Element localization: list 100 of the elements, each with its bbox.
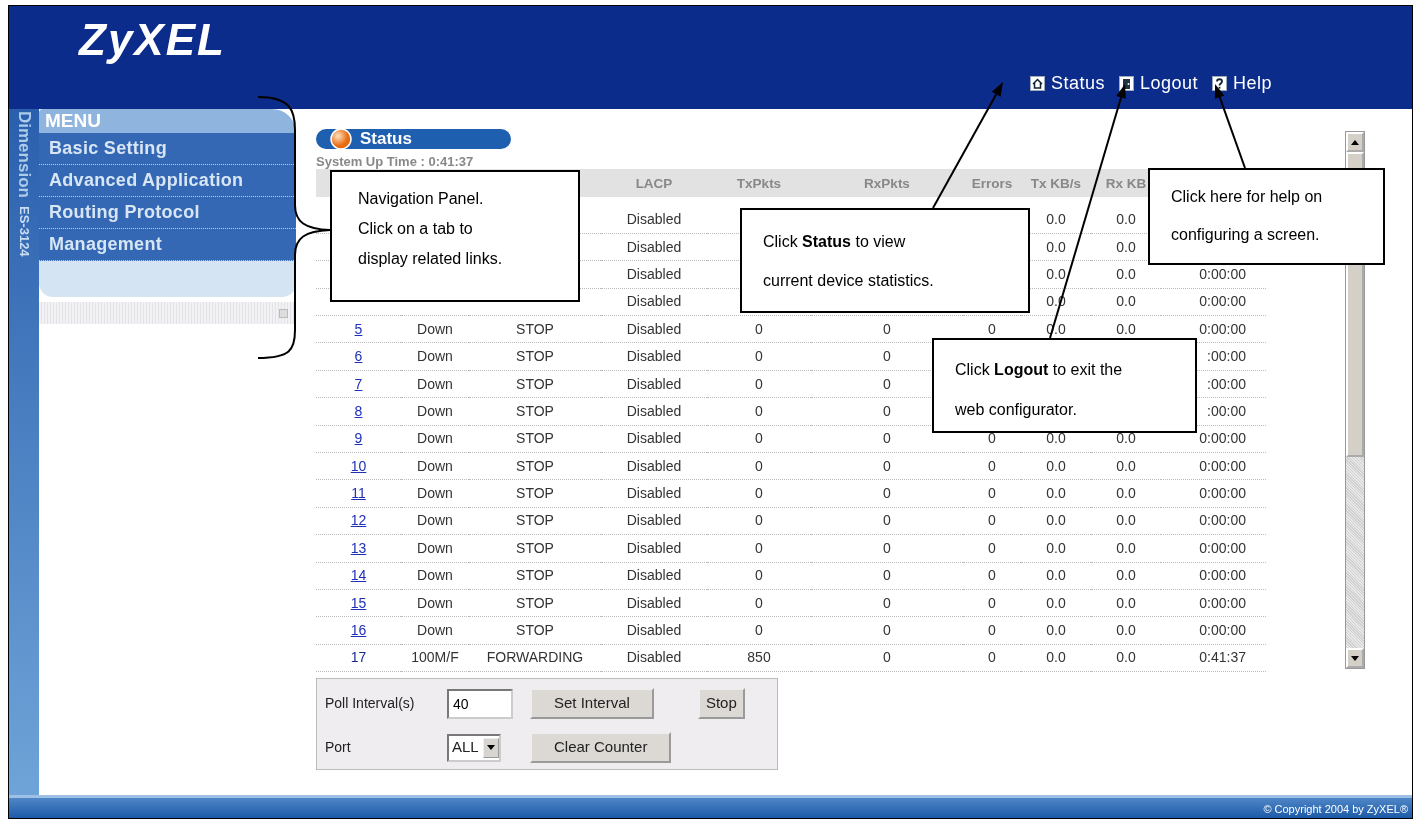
header-link[interactable]: Status xyxy=(1029,70,1105,97)
model-name: ES-3124 xyxy=(17,205,31,257)
table-cell: 0.0 xyxy=(1091,288,1161,316)
callout-tooltip: Click here for help on configuring a screen. xyxy=(1148,168,1385,265)
port-link[interactable]: 11 xyxy=(351,485,366,502)
square-icon xyxy=(279,308,288,318)
scroll-up-button[interactable] xyxy=(1346,132,1364,152)
table-cell: 0 xyxy=(707,452,811,480)
table-cell: Disabled xyxy=(601,507,707,535)
logo: ZyXEL xyxy=(79,18,226,62)
menu-item[interactable]: Management xyxy=(39,229,296,261)
product-name: Dimension xyxy=(15,111,33,198)
table-cell: 0.0 xyxy=(1021,562,1091,590)
table-cell: 850 xyxy=(707,644,811,672)
table-cell: 0 xyxy=(707,534,811,563)
port-link[interactable]: 5 xyxy=(354,320,363,337)
port-link[interactable]: 9 xyxy=(354,430,363,447)
input-field[interactable]: 40 xyxy=(447,688,513,719)
table-cell: 0 xyxy=(707,425,811,453)
table-cell: 0.0 xyxy=(1091,479,1161,508)
table-cell: Down xyxy=(401,589,469,617)
table-cell: STOP xyxy=(469,616,601,645)
help-icon xyxy=(1211,76,1227,91)
port-link[interactable]: 14 xyxy=(350,567,367,584)
table-cell: 0:00:00 xyxy=(1161,479,1266,508)
table-cell: Down xyxy=(401,342,469,371)
table-cell: Disabled xyxy=(601,534,707,563)
table-cell: 0:00:00 xyxy=(1161,288,1266,316)
table-cell: 0 xyxy=(707,479,811,508)
table-cell: 0.0 xyxy=(1091,534,1161,563)
port-link[interactable]: 15 xyxy=(350,594,367,611)
header-link[interactable]: Help xyxy=(1211,70,1272,97)
header-link[interactable]: Logout xyxy=(1118,70,1198,97)
table-cell: 0 xyxy=(963,589,1021,617)
table-cell: Down xyxy=(401,425,469,453)
port-link[interactable]: 7 xyxy=(354,375,363,392)
table-cell: 0:00:00 xyxy=(1161,452,1266,480)
table-cell: 0.0 xyxy=(1021,507,1091,535)
table-cell: Disabled xyxy=(601,260,707,289)
table-cell: 0 xyxy=(707,315,811,343)
table-cell: Disabled xyxy=(601,616,707,645)
page-title: Status xyxy=(360,128,412,151)
port-link[interactable]: 16 xyxy=(350,622,367,639)
clear-counter-button[interactable]: Clear Counter xyxy=(530,732,672,764)
table-cell: Disabled xyxy=(601,342,707,371)
port-link[interactable]: 8 xyxy=(354,402,363,419)
table-cell: 0.0 xyxy=(1021,452,1091,480)
table-cell: 0 xyxy=(811,452,963,480)
table-cell: Disabled xyxy=(601,644,707,672)
table-cell: STOP xyxy=(469,507,601,535)
table-cell: Down xyxy=(401,397,469,426)
table-cell: Down xyxy=(401,452,469,480)
menu-item[interactable]: Basic Setting xyxy=(39,133,296,165)
table-cell: Disabled xyxy=(601,315,707,343)
port-select[interactable]: ALL xyxy=(447,733,501,762)
copyright-text: © Copyright 2004 by ZyXEL® xyxy=(9,795,1412,818)
table-cell: 0 xyxy=(963,507,1021,535)
table-cell: 0 xyxy=(811,534,963,563)
table-cell: 0.0 xyxy=(1091,562,1161,590)
table-cell: Disabled xyxy=(601,479,707,508)
table-cell: Disabled xyxy=(601,452,707,480)
table-cell: 0 xyxy=(707,589,811,617)
menu-item[interactable]: Advanced Application xyxy=(39,165,296,197)
port-link[interactable]: 6 xyxy=(354,348,363,365)
table-cell: 0:00:00 xyxy=(1161,589,1266,617)
table-cell: 0 xyxy=(707,562,811,590)
table-cell: Down xyxy=(401,562,469,590)
table-cell: Down xyxy=(401,370,469,398)
table-cell: 0 xyxy=(707,370,811,398)
table-cell: Disabled xyxy=(601,288,707,316)
table-cell: 0 xyxy=(811,644,963,672)
ball-icon xyxy=(330,128,352,150)
set-interval-button[interactable]: Set Interval xyxy=(530,688,654,720)
table-cell: 0:41:37 xyxy=(1161,644,1266,672)
table-cell: 0 xyxy=(707,507,811,535)
table-cell: 0.0 xyxy=(1021,589,1091,617)
table-cell: Down xyxy=(401,507,469,535)
home-icon xyxy=(1029,76,1045,91)
door-icon xyxy=(1118,76,1134,91)
port-link[interactable]: 13 xyxy=(350,539,367,556)
table-cell: Disabled xyxy=(601,370,707,398)
table-cell: 0 xyxy=(707,342,811,371)
table-cell: STOP xyxy=(469,534,601,563)
table-cell: STOP xyxy=(469,342,601,371)
table-cell: Disabled xyxy=(601,562,707,590)
table-cell: STOP xyxy=(469,425,601,453)
uptime-text: System Up Time : 0:41:37 xyxy=(316,155,475,169)
table-cell: 0 xyxy=(963,644,1021,672)
table-cell: 0.0 xyxy=(1091,644,1161,672)
scroll-down-button[interactable] xyxy=(1346,648,1364,668)
port-link[interactable]: 10 xyxy=(350,457,367,474)
table-cell: 17 xyxy=(350,649,367,666)
table-cell: 0.0 xyxy=(1091,452,1161,480)
table-cell: STOP xyxy=(469,370,601,398)
field-label: Port xyxy=(325,738,352,758)
menu-item[interactable]: Routing Protocol xyxy=(39,197,296,229)
stop-button[interactable]: Stop xyxy=(697,688,745,720)
table-cell: 0 xyxy=(963,534,1021,563)
port-link[interactable]: 12 xyxy=(350,512,367,529)
table-cell: 0.0 xyxy=(1091,616,1161,645)
